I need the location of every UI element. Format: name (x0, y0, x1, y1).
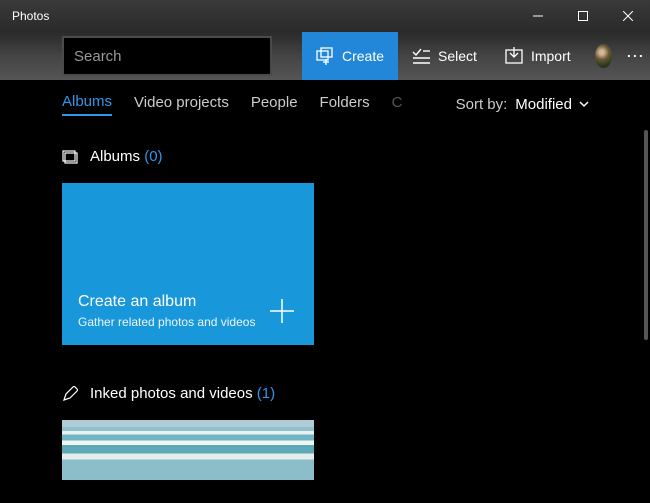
minimize-icon (533, 11, 543, 21)
window-title: Photos (12, 9, 515, 23)
chevron-down-icon (578, 98, 590, 110)
more-button[interactable]: ⋯ (622, 46, 650, 67)
inked-thumbnail[interactable] (62, 420, 314, 480)
content-area: Albums (0) Create an album Gather relate… (0, 128, 650, 503)
close-icon (623, 11, 633, 21)
inked-section-label: Inked photos and videos (90, 385, 253, 402)
toolbar: Create Select Import ⋯ (0, 32, 650, 80)
sort-value: Modified (515, 96, 572, 113)
ellipsis-icon: ⋯ (626, 46, 646, 67)
select-button[interactable]: Select (398, 32, 491, 80)
albums-count: (0) (144, 148, 162, 165)
albums-icon (62, 149, 78, 165)
titlebar: Photos (0, 0, 650, 32)
plus-icon (268, 297, 296, 325)
tab-video-projects[interactable]: Video projects (134, 94, 229, 115)
ink-icon (62, 386, 78, 402)
tab-clipped[interactable]: C (392, 94, 403, 115)
select-label: Select (438, 48, 477, 64)
inked-section-header: Inked photos and videos (1) (62, 385, 650, 402)
search-box[interactable] (62, 36, 272, 76)
maximize-icon (578, 11, 588, 21)
create-button[interactable]: Create (302, 32, 398, 80)
tab-folders[interactable]: Folders (320, 94, 370, 115)
create-album-title: Create an album (78, 293, 298, 311)
search-input[interactable] (74, 48, 273, 65)
tab-bar: Albums Video projects People Folders C S… (0, 80, 650, 128)
sort-label: Sort by: (456, 96, 508, 113)
inked-count: (1) (257, 385, 275, 402)
import-label: Import (531, 48, 571, 64)
create-icon (316, 47, 334, 65)
user-avatar[interactable] (595, 44, 612, 68)
import-button[interactable]: Import (491, 32, 585, 80)
import-icon (505, 47, 523, 65)
maximize-button[interactable] (560, 0, 605, 32)
scrollbar[interactable] (644, 130, 648, 340)
minimize-button[interactable] (515, 0, 560, 32)
create-album-card[interactable]: Create an album Gather related photos an… (62, 183, 314, 345)
tab-albums[interactable]: Albums (62, 93, 112, 116)
sort-dropdown[interactable]: Modified (515, 96, 590, 113)
tab-people[interactable]: People (251, 94, 298, 115)
sort-control: Sort by: Modified (456, 96, 590, 113)
close-button[interactable] (605, 0, 650, 32)
albums-section-header: Albums (0) (62, 148, 650, 165)
create-album-subtitle: Gather related photos and videos (78, 315, 298, 329)
albums-section-label: Albums (90, 148, 140, 165)
select-icon (412, 47, 430, 65)
create-label: Create (342, 48, 384, 64)
